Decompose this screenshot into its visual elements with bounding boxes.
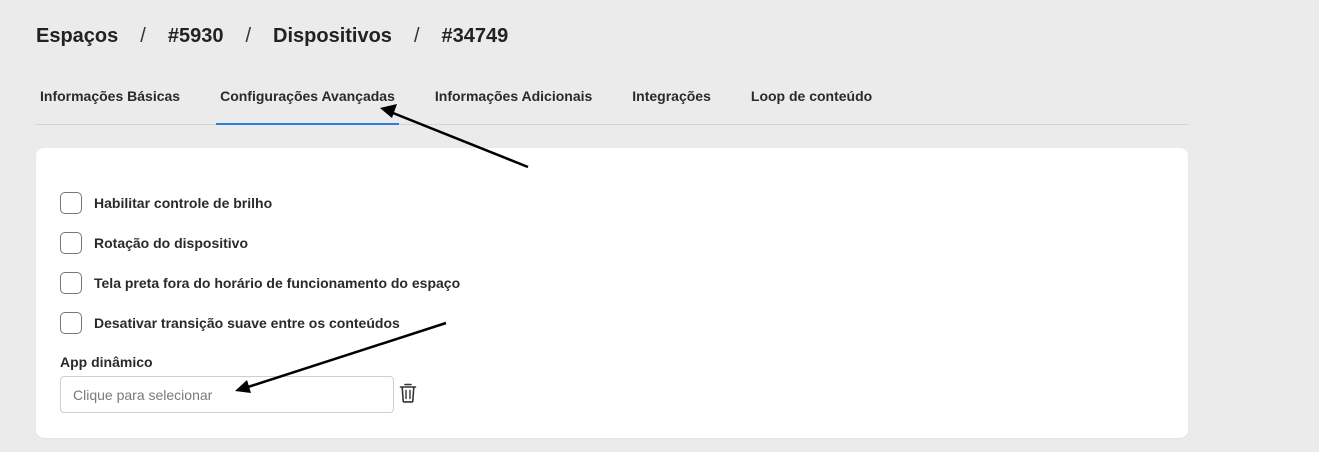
option-label: Tela preta fora do horário de funcioname… bbox=[94, 275, 461, 291]
device-rotation-checkbox[interactable] bbox=[60, 232, 82, 254]
trash-icon[interactable] bbox=[399, 383, 417, 403]
option-label: Desativar transição suave entre os conte… bbox=[94, 315, 400, 331]
app-dinamico-label: App dinâmico bbox=[60, 354, 153, 370]
smooth-transition-checkbox[interactable] bbox=[60, 312, 82, 334]
breadcrumb-item-dispositivos[interactable]: Dispositivos bbox=[273, 25, 392, 48]
tab-informacoes-adicionais[interactable]: Informações Adicionais bbox=[431, 74, 596, 124]
breadcrumb-item-espacos[interactable]: Espaços bbox=[36, 25, 118, 48]
option-label: Rotação do dispositivo bbox=[94, 235, 249, 251]
tab-configuracoes-avancadas[interactable]: Configurações Avançadas bbox=[216, 74, 399, 125]
option-black-screen-off-hours: Tela preta fora do horário de funcioname… bbox=[60, 272, 460, 294]
tab-bar: Informações Básicas Configurações Avança… bbox=[36, 74, 1188, 125]
app-dinamico-select[interactable]: Clique para selecionar bbox=[60, 376, 394, 413]
tab-integracoes[interactable]: Integrações bbox=[628, 74, 715, 124]
option-brightness-control: Habilitar controle de brilho bbox=[60, 192, 272, 214]
breadcrumb-item-device-id: #34749 bbox=[441, 25, 509, 47]
breadcrumb-separator: / bbox=[245, 25, 252, 47]
breadcrumb: Espaços / #5930 / Dispositivos / #34749 bbox=[36, 25, 508, 48]
option-disable-smooth-transition: Desativar transição suave entre os conte… bbox=[60, 312, 400, 334]
black-screen-checkbox[interactable] bbox=[60, 272, 82, 294]
breadcrumb-separator: / bbox=[140, 25, 146, 47]
breadcrumb-item-space-id[interactable]: #5930 bbox=[168, 25, 224, 48]
tab-informacoes-basicas[interactable]: Informações Básicas bbox=[36, 74, 184, 124]
breadcrumb-separator: / bbox=[413, 25, 420, 47]
option-device-rotation: Rotação do dispositivo bbox=[60, 232, 248, 254]
advanced-settings-card: Habilitar controle de brilho Rotação do … bbox=[36, 148, 1188, 438]
tab-loop-de-conteudo[interactable]: Loop de conteúdo bbox=[747, 74, 876, 124]
option-label: Habilitar controle de brilho bbox=[94, 195, 273, 211]
brightness-control-checkbox[interactable] bbox=[60, 192, 82, 214]
